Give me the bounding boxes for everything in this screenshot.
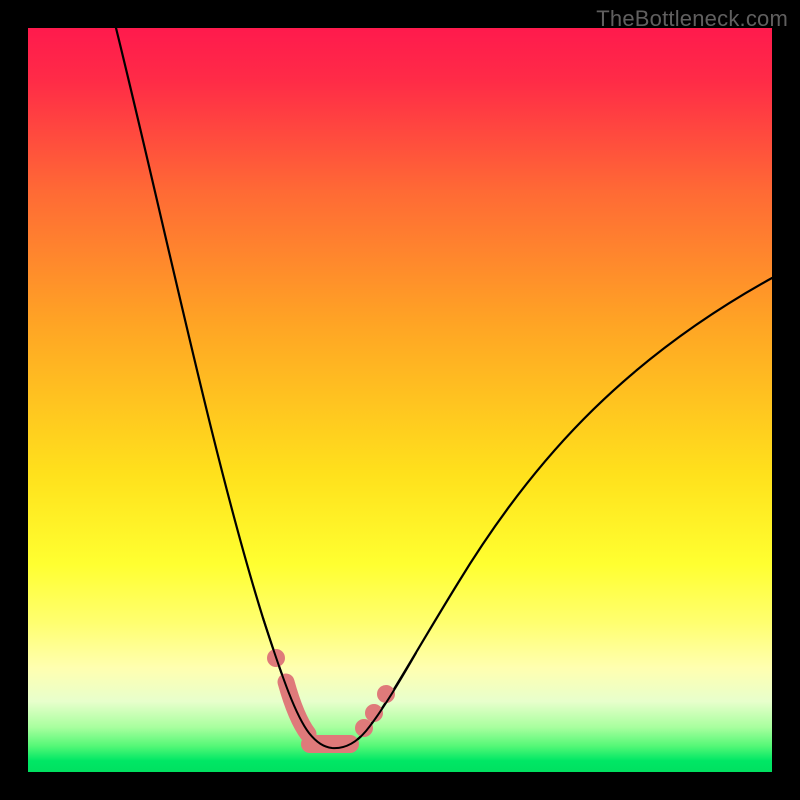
chart-container: TheBottleneck.com <box>0 0 800 800</box>
watermark-text: TheBottleneck.com <box>596 6 788 32</box>
curve-overlay <box>28 28 772 772</box>
trough-markers <box>268 650 395 745</box>
bottleneck-curve-top <box>263 618 416 748</box>
bottleneck-curve <box>116 28 772 748</box>
plot-area <box>28 28 772 772</box>
